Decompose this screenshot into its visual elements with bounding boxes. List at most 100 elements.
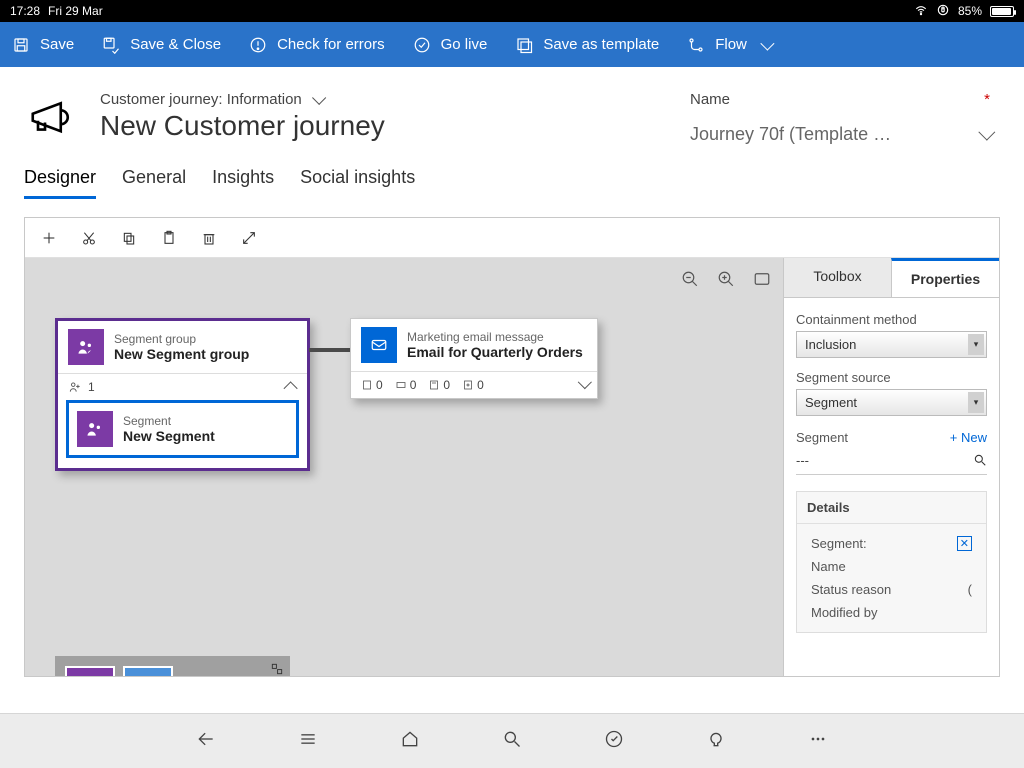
delete-button[interactable] [201, 230, 217, 246]
help-button[interactable] [706, 729, 726, 754]
required-asterisk: * [984, 91, 990, 108]
containment-label: Containment method [796, 312, 987, 327]
battery-pct: 85% [958, 4, 982, 18]
save-close-button[interactable]: Save & Close [102, 36, 221, 54]
save-close-icon [102, 36, 120, 54]
chevron-down-icon[interactable] [578, 375, 592, 389]
menu-button[interactable] [298, 729, 318, 754]
tab-general[interactable]: General [122, 167, 186, 199]
check-circle-icon [413, 36, 431, 54]
breadcrumb[interactable]: Customer journey: Information [100, 91, 670, 108]
save-button[interactable]: Save [12, 36, 74, 54]
node-connector [309, 348, 351, 352]
flow-icon [687, 36, 705, 54]
segment-group-icon [68, 329, 104, 365]
chevron-down-icon: ▾ [968, 392, 984, 413]
chevron-down-icon [978, 123, 995, 140]
minimap-node [123, 666, 173, 676]
wifi-icon [914, 3, 928, 20]
copy-button[interactable] [121, 230, 137, 246]
go-live-label: Go live [441, 36, 488, 53]
chevron-up-icon[interactable] [284, 381, 298, 395]
check-errors-button[interactable]: Check for errors [249, 36, 385, 54]
source-select[interactable]: Segment ▾ [796, 389, 987, 416]
segment-lookup-value: --- [796, 453, 809, 470]
segment-icon [77, 411, 113, 447]
expand-button[interactable] [241, 230, 257, 246]
details-modified-label: Modified by [811, 605, 877, 620]
page-header: Customer journey: Information New Custom… [0, 67, 1024, 157]
name-field-value: Journey 70f (Template … [690, 124, 891, 145]
app-bottom-nav [0, 713, 1024, 768]
page-title: New Customer journey [100, 110, 670, 142]
command-bar: Save Save & Close Check for errors Go li… [0, 22, 1024, 67]
zoom-out-button[interactable] [681, 270, 699, 293]
details-section: Details Segment: ✕ Name Status reason( M… [796, 491, 987, 633]
check-errors-label: Check for errors [277, 36, 385, 53]
designer-surface: Segment group New Segment group 1 [24, 217, 1000, 677]
chevron-down-icon [760, 36, 774, 50]
node-name: New Segment [123, 428, 215, 444]
fit-screen-button[interactable] [753, 270, 771, 293]
search-icon[interactable] [973, 453, 987, 470]
email-metric-4: 0 [477, 378, 484, 392]
tab-insights[interactable]: Insights [212, 167, 274, 199]
node-name: Email for Quarterly Orders [407, 344, 583, 360]
cut-button[interactable] [81, 230, 97, 246]
save-label: Save [40, 36, 74, 53]
chevron-down-icon: ▾ [968, 334, 984, 355]
save-close-label: Save & Close [130, 36, 221, 53]
details-heading: Details [797, 492, 986, 524]
chevron-down-icon [312, 90, 326, 104]
breadcrumb-text: Customer journey: Information [100, 91, 302, 108]
status-time: 17:28 [10, 4, 40, 18]
details-name-label: Name [811, 559, 846, 574]
tab-social-insights[interactable]: Social insights [300, 167, 415, 199]
designer-toolbar [25, 218, 999, 258]
segment-group-node[interactable]: Segment group New Segment group 1 [55, 318, 310, 471]
home-button[interactable] [400, 729, 420, 754]
minimap-node [65, 666, 115, 676]
remove-segment-icon[interactable]: ✕ [957, 536, 972, 551]
node-name: New Segment group [114, 346, 249, 362]
email-metric-2: 0 [410, 378, 417, 392]
panel-tab-toolbox[interactable]: Toolbox [784, 258, 891, 297]
new-segment-link[interactable]: + New [950, 430, 987, 445]
segment-label: Segment [796, 430, 848, 445]
flow-label: Flow [715, 36, 747, 53]
journey-canvas[interactable]: Segment group New Segment group 1 [25, 258, 784, 676]
panel-tab-properties[interactable]: Properties [891, 258, 999, 297]
segment-node[interactable]: Segment New Segment [66, 400, 299, 458]
email-metric-1: 0 [376, 378, 383, 392]
battery-icon [990, 6, 1014, 17]
containment-select[interactable]: Inclusion ▾ [796, 331, 987, 358]
details-segment-label: Segment: [811, 536, 867, 551]
go-live-button[interactable]: Go live [413, 36, 488, 54]
name-field[interactable]: Journey 70f (Template … [690, 124, 990, 145]
tab-designer[interactable]: Designer [24, 167, 96, 199]
megaphone-icon [24, 91, 80, 147]
save-template-button[interactable]: Save as template [515, 36, 659, 54]
rotation-lock-icon [936, 3, 950, 20]
node-type: Segment group [114, 332, 249, 346]
add-button[interactable] [41, 230, 57, 246]
paste-button[interactable] [161, 230, 177, 246]
content-tabs: Designer General Insights Social insight… [0, 157, 1024, 199]
task-button[interactable] [604, 729, 624, 754]
alert-icon [249, 36, 267, 54]
email-node[interactable]: Marketing email message Email for Quarte… [350, 318, 598, 399]
search-button[interactable] [502, 729, 522, 754]
minimap[interactable] [55, 656, 290, 676]
status-date: Fri 29 Mar [48, 4, 103, 18]
source-value: Segment [805, 395, 857, 410]
zoom-in-button[interactable] [717, 270, 735, 293]
minimap-expand-icon[interactable] [270, 662, 284, 676]
details-status-label: Status reason [811, 582, 891, 597]
more-button[interactable] [808, 729, 828, 754]
save-icon [12, 36, 30, 54]
segment-count: 1 [88, 380, 95, 394]
segment-lookup[interactable]: --- [796, 449, 987, 475]
flow-button[interactable]: Flow [687, 36, 771, 54]
template-icon [515, 36, 533, 54]
back-button[interactable] [196, 729, 216, 754]
